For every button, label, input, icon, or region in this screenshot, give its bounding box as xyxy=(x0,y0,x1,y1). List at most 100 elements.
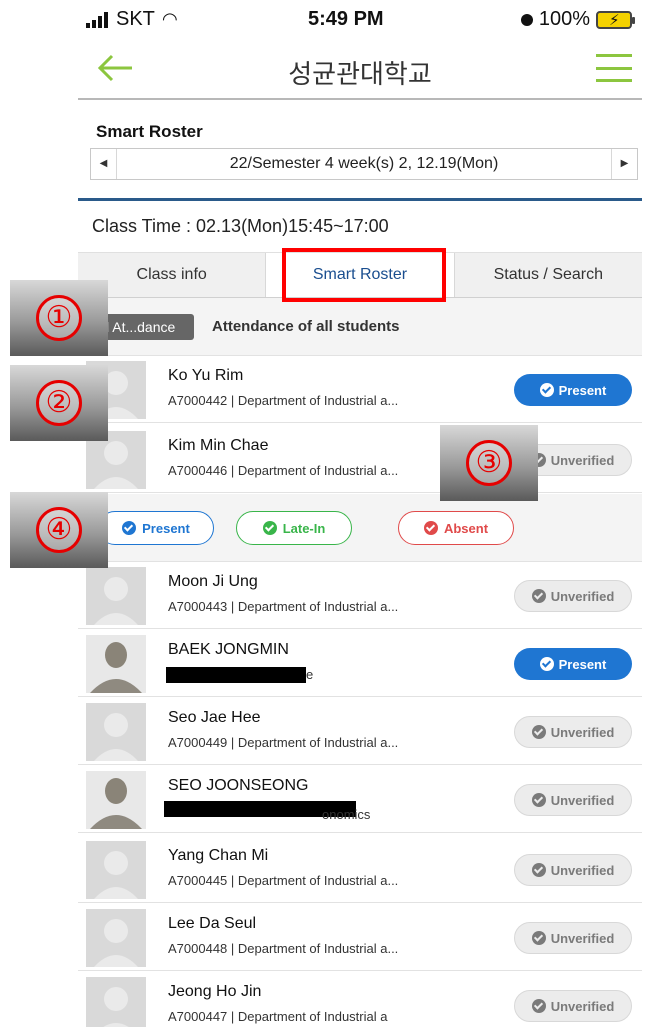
filter-row: l At...dance Attendance of all students xyxy=(78,298,642,356)
annotation-number: ③ xyxy=(466,440,512,486)
student-row[interactable]: BAEK JONGMIN e Present xyxy=(78,631,642,697)
student-row[interactable]: Seo Jae Hee A7000449 | Department of Ind… xyxy=(78,699,642,765)
student-name: Moon Ji Ung xyxy=(168,573,258,590)
status-label: Unverified xyxy=(550,998,615,1014)
avatar-placeholder-icon xyxy=(86,703,146,761)
status-label: Present xyxy=(558,382,607,398)
student-name: Yang Chan Mi xyxy=(168,847,269,864)
status-label: Unverified xyxy=(550,724,615,740)
absent-label: Absent xyxy=(443,520,489,536)
check-circle-icon xyxy=(539,383,554,397)
check-circle-icon xyxy=(531,999,546,1013)
student-name: Lee Da Seul xyxy=(168,915,257,932)
avatar-photo xyxy=(86,771,146,829)
annotation-marker-1: ① xyxy=(10,280,108,356)
student-name: SEO JOONSEONG xyxy=(168,777,309,794)
check-circle-icon xyxy=(122,521,137,535)
student-name: BAEK JONGMIN xyxy=(168,641,289,658)
student-info: A7000445 | Department of Industrial a... xyxy=(168,873,399,888)
student-row[interactable]: Jeong Ho Jin A7000447 | Department of In… xyxy=(78,973,642,1027)
student-row[interactable]: Yang Chan Mi A7000445 | Department of In… xyxy=(78,837,642,903)
status-time: 5:49 PM xyxy=(308,8,384,30)
annotation-number: ④ xyxy=(36,507,82,553)
status-button[interactable]: Unverified xyxy=(514,580,632,612)
status-button[interactable]: Present xyxy=(514,374,632,406)
avatar-placeholder-icon xyxy=(86,567,146,625)
student-row[interactable]: SEO JOONSEONG onomics Unverified xyxy=(78,767,642,833)
phone-screen: SKT ◠ 5:49 PM 100% ⚡ 성균관대학교 Smart Roster xyxy=(78,0,642,1027)
status-label: Unverified xyxy=(550,792,615,808)
all-attendance-button[interactable]: l At...dance xyxy=(100,314,194,340)
status-button[interactable]: Unverified xyxy=(514,922,632,954)
avatar-placeholder-icon xyxy=(86,909,146,967)
late-in-label: Late-In xyxy=(282,520,326,536)
prev-week-button[interactable]: ◀ xyxy=(91,149,117,179)
hamburger-menu-icon[interactable] xyxy=(596,54,632,82)
annotation-marker-3: ③ xyxy=(440,425,538,501)
check-circle-icon xyxy=(423,521,438,535)
status-button[interactable]: Unverified xyxy=(514,854,632,886)
screen: SKT ◠ 5:49 PM 100% ⚡ 성균관대학교 Smart Roster xyxy=(0,0,646,1027)
tab-status-search[interactable]: Status / Search xyxy=(455,253,642,297)
student-info: A7000447 | Department of Industrial a xyxy=(168,1009,388,1024)
avatar-placeholder-icon xyxy=(86,841,146,899)
status-bar: SKT ◠ 5:49 PM 100% ⚡ xyxy=(78,0,642,38)
status-label: Unverified xyxy=(550,452,615,468)
present-label: Present xyxy=(142,520,190,536)
student-name: Kim Min Chae xyxy=(168,437,269,454)
avatar-photo xyxy=(86,635,146,693)
student-row[interactable]: Ko Yu Rim A7000442 | Department of Indus… xyxy=(78,357,642,423)
check-circle-icon xyxy=(531,793,546,807)
status-left: SKT ◠ xyxy=(86,8,177,31)
check-circle-icon xyxy=(531,931,546,945)
student-row[interactable]: Kim Min Chae A7000446 | Department of In… xyxy=(78,427,642,493)
week-label: 22/Semester 4 week(s) 2, 12.19(Mon) xyxy=(229,155,499,172)
nav-bar: 성균관대학교 xyxy=(78,38,642,100)
status-label: Present xyxy=(558,656,607,672)
student-row[interactable]: Moon Ji Ung A7000443 | Department of Ind… xyxy=(78,563,642,629)
status-button[interactable]: Unverified xyxy=(514,716,632,748)
annotation-marker-4: ④ xyxy=(10,492,108,568)
class-time: Class Time : 02.13(Mon)15:45~17:00 xyxy=(92,216,389,236)
status-label: Unverified xyxy=(550,588,615,604)
wifi-icon: ◠ xyxy=(162,9,177,29)
check-circle-icon xyxy=(262,521,277,535)
student-name: Ko Yu Rim xyxy=(168,367,244,384)
attendance-options: Present Late-In Absent xyxy=(78,494,642,562)
page-title: 성균관대학교 xyxy=(288,59,432,89)
annotation-number: ② xyxy=(36,380,82,426)
student-info: onomics xyxy=(322,807,371,822)
status-label: Unverified xyxy=(550,930,615,946)
avatar-placeholder-icon xyxy=(86,977,146,1027)
check-circle-icon xyxy=(531,863,546,877)
status-label: Unverified xyxy=(550,862,615,878)
signal-icon xyxy=(86,11,108,28)
next-week-button[interactable]: ▶ xyxy=(611,149,637,179)
student-row[interactable]: Lee Da Seul A7000448 | Department of Ind… xyxy=(78,905,642,971)
present-option-button[interactable]: Present xyxy=(98,511,214,545)
student-info: e xyxy=(306,667,314,682)
status-right: 100% ⚡ xyxy=(520,8,635,31)
student-info: A7000442 | Department of Industrial a... xyxy=(168,393,399,408)
battery-icon: ⚡ xyxy=(596,10,635,29)
redaction-bar xyxy=(166,667,306,683)
check-circle-icon xyxy=(531,589,546,603)
filter-description: Attendance of all students xyxy=(212,318,400,335)
student-info: A7000446 | Department of Industrial a... xyxy=(168,463,399,478)
annotation-marker-2: ② xyxy=(10,365,108,441)
check-circle-icon xyxy=(539,657,554,671)
status-button[interactable]: Unverified xyxy=(514,784,632,816)
check-circle-icon xyxy=(531,725,546,739)
absent-option-button[interactable]: Absent xyxy=(398,511,514,545)
section-divider xyxy=(78,198,642,201)
smart-roster-tab-highlight xyxy=(282,248,446,302)
late-in-option-button[interactable]: Late-In xyxy=(236,511,352,545)
student-info: A7000448 | Department of Industrial a... xyxy=(168,941,399,956)
student-name: Seo Jae Hee xyxy=(168,709,261,726)
student-info: A7000449 | Department of Industrial a... xyxy=(168,735,399,750)
roster-title: Smart Roster xyxy=(96,122,203,141)
student-name: Jeong Ho Jin xyxy=(168,983,262,1000)
annotation-number: ① xyxy=(36,295,82,341)
status-button[interactable]: Unverified xyxy=(514,990,632,1022)
status-button[interactable]: Present xyxy=(514,648,632,680)
